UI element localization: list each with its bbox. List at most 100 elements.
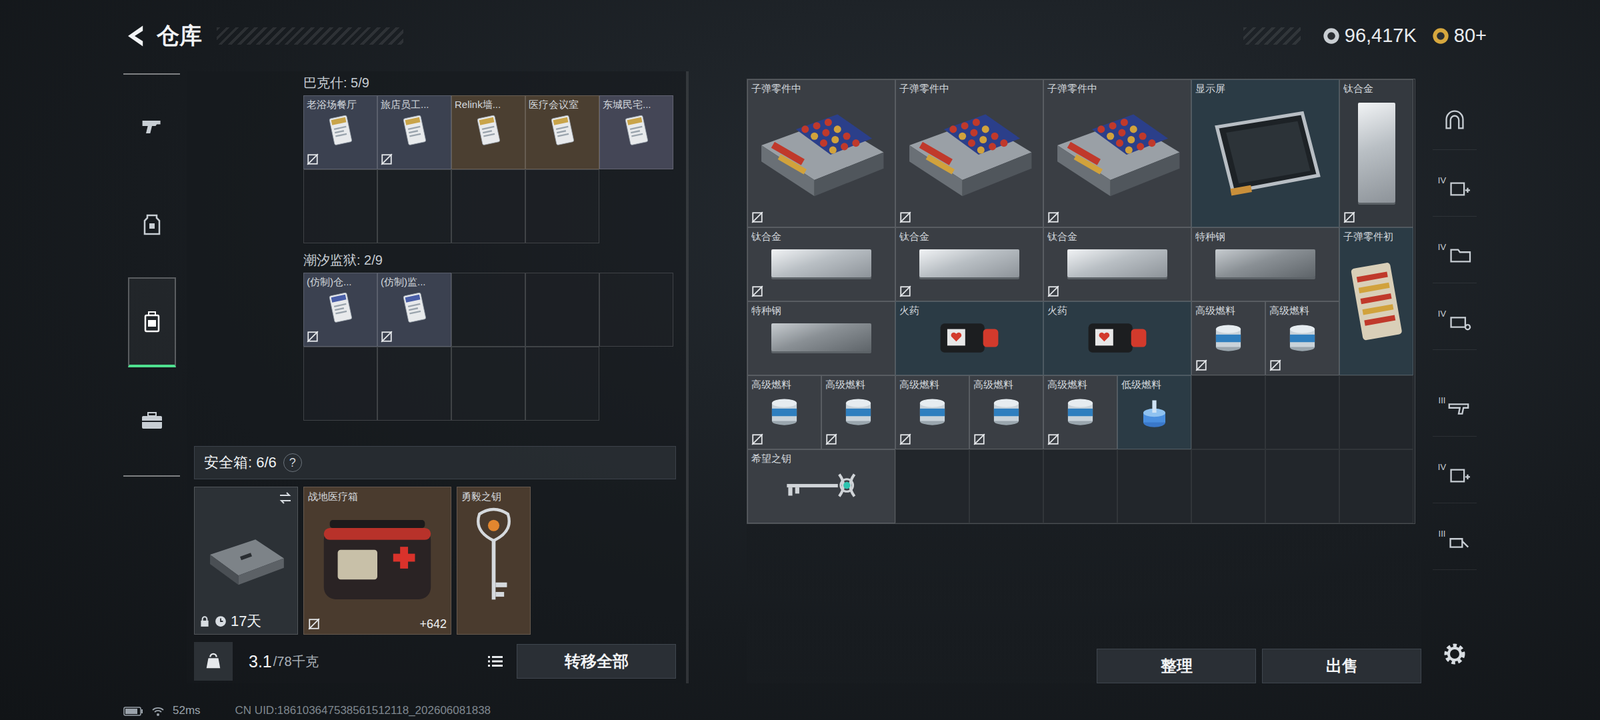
stash-item[interactable]: 子弹零件初 — [1339, 227, 1414, 376]
stash-item[interactable]: 希望之钥 — [747, 449, 896, 524]
key-group-title: 潮汐监狱: 2/9 — [303, 250, 676, 270]
stash-item[interactable]: 显示屏 — [1191, 79, 1340, 228]
tool-button[interactable] — [1432, 90, 1477, 150]
key-card[interactable]: 医疗会议室 — [525, 95, 600, 170]
empty-stash-cell[interactable] — [1339, 449, 1414, 524]
key-card-label: (仿制)监... — [380, 275, 448, 288]
empty-stash-cell[interactable] — [1339, 375, 1414, 450]
stash-item[interactable]: 高级燃料 — [821, 375, 896, 450]
stash-item[interactable]: 高级燃料 — [1191, 301, 1266, 376]
empty-stash-cell[interactable] — [1117, 449, 1192, 524]
item-name: 高级燃料 — [751, 378, 818, 391]
list-view-button[interactable] — [480, 646, 510, 676]
stash-item[interactable]: 子弹零件中 — [747, 79, 896, 228]
safe-box-item[interactable]: 勇毅之钥 — [456, 486, 531, 635]
swap-icon[interactable] — [277, 490, 294, 506]
safe-box-item[interactable]: 战地医疗箱+642 — [303, 486, 452, 635]
key-card[interactable]: 旅店员工... — [377, 95, 452, 170]
stash-item[interactable]: 子弹零件中 — [1043, 79, 1192, 228]
empty-key-slot[interactable] — [451, 272, 526, 347]
back-arrow-icon[interactable] — [123, 22, 146, 50]
no-trade-icon — [825, 433, 838, 446]
stash-item[interactable]: 高级燃料 — [1265, 301, 1340, 376]
stash-item[interactable]: 低级燃料 — [1117, 375, 1192, 450]
key-grid: (仿制)仓...(仿制)监... — [303, 272, 676, 421]
tool-button[interactable]: IV — [1432, 290, 1477, 350]
empty-key-slot[interactable] — [451, 346, 526, 421]
case-days-left: 17天 — [230, 611, 262, 632]
key-card[interactable]: (仿制)仓... — [303, 272, 378, 347]
empty-stash-cell[interactable] — [1265, 449, 1340, 524]
storage-tool-icon — [1446, 396, 1471, 418]
empty-key-slot[interactable] — [303, 346, 378, 421]
medkit-icon — [308, 502, 447, 617]
empty-stash-cell[interactable] — [1265, 375, 1340, 450]
empty-stash-cell[interactable] — [1191, 449, 1266, 524]
fuel-can-icon — [825, 390, 892, 432]
currency[interactable]: 96,417K — [1322, 24, 1417, 47]
stash-item[interactable]: 钛合金 — [1043, 227, 1192, 302]
tool-button[interactable]: IV — [1432, 223, 1477, 284]
nav-item[interactable] — [128, 277, 176, 368]
stash-action-button[interactable]: 整理 — [1096, 648, 1256, 684]
empty-stash-cell[interactable] — [895, 449, 970, 524]
gunpowder-icon — [899, 316, 1040, 358]
key-card[interactable]: (仿制)监... — [377, 272, 452, 347]
safe-box-row: 17天 战地医疗箱+642勇毅之钥 — [194, 486, 676, 635]
stash-item[interactable]: 火药 — [895, 301, 1044, 376]
empty-stash-cell[interactable] — [969, 449, 1044, 524]
empty-key-slot[interactable] — [525, 169, 600, 244]
nav-item[interactable] — [128, 375, 176, 466]
stash-item[interactable]: 特种钢 — [747, 301, 896, 376]
transfer-all-button[interactable]: 转移全部 — [516, 644, 676, 679]
empty-stash-cell[interactable] — [1043, 449, 1118, 524]
fuel-can-icon — [973, 390, 1040, 432]
weight-icon — [204, 652, 223, 671]
item-name: 高级燃料 — [1269, 304, 1336, 317]
key-card[interactable]: 东城民宅... — [599, 95, 674, 170]
help-button[interactable]: ? — [283, 453, 302, 472]
stash-item[interactable]: 钛合金 — [747, 227, 896, 302]
no-trade-icon — [751, 433, 764, 446]
empty-key-slot[interactable] — [303, 169, 378, 244]
tool-button[interactable]: III — [1432, 510, 1477, 570]
tool-button[interactable]: IV — [1432, 156, 1477, 217]
nav-item[interactable] — [128, 179, 176, 270]
stash-item[interactable]: 钛合金 — [895, 227, 1044, 302]
no-trade-icon — [306, 330, 319, 343]
empty-key-slot[interactable] — [525, 346, 600, 421]
stash-item[interactable]: 高级燃料 — [747, 375, 822, 450]
empty-key-slot[interactable] — [451, 169, 526, 244]
safe-case[interactable]: 17天 — [194, 486, 298, 635]
empty-key-slot[interactable] — [377, 346, 452, 421]
empty-key-slot[interactable] — [599, 272, 674, 347]
storage-tool-icon — [1447, 462, 1472, 484]
teal-key-icon — [751, 464, 892, 506]
stash-item[interactable]: 子弹零件中 — [895, 79, 1044, 228]
stash-item[interactable]: 高级燃料 — [895, 375, 970, 450]
stash-action-button[interactable]: 出售 — [1262, 648, 1422, 684]
empty-key-slot[interactable] — [377, 169, 452, 244]
stash-item[interactable]: 高级燃料 — [1043, 375, 1118, 450]
empty-key-slot[interactable] — [525, 272, 600, 347]
tool-button[interactable]: III — [1432, 376, 1477, 437]
item-name: 希望之钥 — [751, 452, 892, 465]
tool-button[interactable]: IV — [1432, 443, 1477, 504]
gear-icon[interactable] — [1441, 640, 1468, 668]
fuel-can-icon — [751, 390, 818, 432]
stash-item[interactable]: 火药 — [1043, 301, 1192, 376]
item-name: 火药 — [899, 304, 1040, 317]
empty-stash-cell[interactable] — [1191, 375, 1266, 450]
coin-icon — [1322, 26, 1341, 46]
nav-item[interactable] — [128, 81, 176, 172]
currency[interactable]: 80+ — [1431, 24, 1487, 47]
metal-ingot-icon — [1358, 102, 1396, 203]
stash-item[interactable]: 高级燃料 — [969, 375, 1044, 450]
no-trade-icon — [1269, 359, 1282, 372]
stash-item[interactable]: 钛合金 — [1339, 79, 1414, 228]
weight-current: 3.1 — [248, 652, 272, 672]
key-card[interactable]: 老浴场餐厅 — [303, 95, 378, 170]
key-card[interactable]: Relink墙... — [451, 95, 526, 170]
ammo-parts-icon — [751, 94, 892, 210]
stash-item[interactable]: 特种钢 — [1191, 227, 1340, 302]
